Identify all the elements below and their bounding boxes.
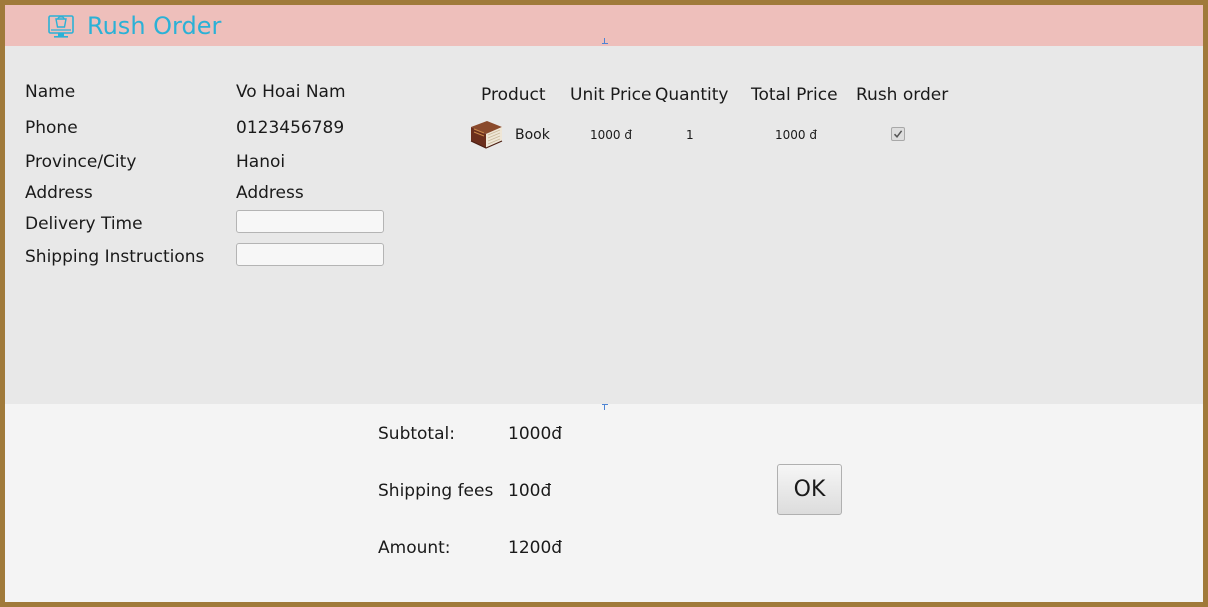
rush-order-checkbox[interactable] xyxy=(891,127,905,141)
layout-guide-marker xyxy=(602,404,608,410)
total-price-cell: 1000 đ xyxy=(775,128,817,142)
subtotal-label: Subtotal: xyxy=(378,424,455,444)
name-value: Vo Hoai Nam xyxy=(236,82,346,102)
shipping-instructions-label: Shipping Instructions xyxy=(25,247,205,267)
phone-value: 0123456789 xyxy=(236,118,345,138)
address-value: Address xyxy=(236,183,304,203)
phone-label: Phone xyxy=(25,118,78,138)
window-title: Rush Order xyxy=(87,12,222,40)
layout-guide-marker xyxy=(602,38,608,44)
province-city-label: Province/City xyxy=(25,152,137,172)
column-header-total-price: Total Price xyxy=(751,85,838,105)
delivery-time-label: Delivery Time xyxy=(25,214,143,234)
name-label: Name xyxy=(25,82,76,102)
address-label: Address xyxy=(25,183,93,203)
shopping-monitor-icon xyxy=(48,15,74,38)
product-name: Book xyxy=(515,127,550,143)
delivery-time-input[interactable] xyxy=(236,210,384,233)
quantity-cell: 1 xyxy=(686,128,694,142)
column-header-rush-order: Rush order xyxy=(856,85,949,105)
subtotal-value: 1000đ xyxy=(508,424,563,444)
unit-price-cell: 1000 đ xyxy=(590,128,632,142)
amount-value: 1200đ xyxy=(508,538,563,558)
province-city-value: Hanoi xyxy=(236,152,286,172)
column-header-quantity: Quantity xyxy=(655,85,729,105)
amount-label: Amount: xyxy=(378,538,451,558)
rush-order-window: Rush Order Name Vo Hoai Nam Phone 012345… xyxy=(0,0,1208,607)
shipping-instructions-input[interactable] xyxy=(236,243,384,266)
shipping-fees-value: 100đ xyxy=(508,481,552,501)
check-icon xyxy=(893,130,903,138)
column-header-unit-price: Unit Price xyxy=(570,85,652,105)
shipping-fees-label: Shipping fees xyxy=(378,481,494,501)
column-header-product: Product xyxy=(481,85,546,105)
ok-button[interactable]: OK xyxy=(777,464,842,515)
book-icon xyxy=(470,121,503,149)
order-summary-panel xyxy=(5,404,1203,602)
